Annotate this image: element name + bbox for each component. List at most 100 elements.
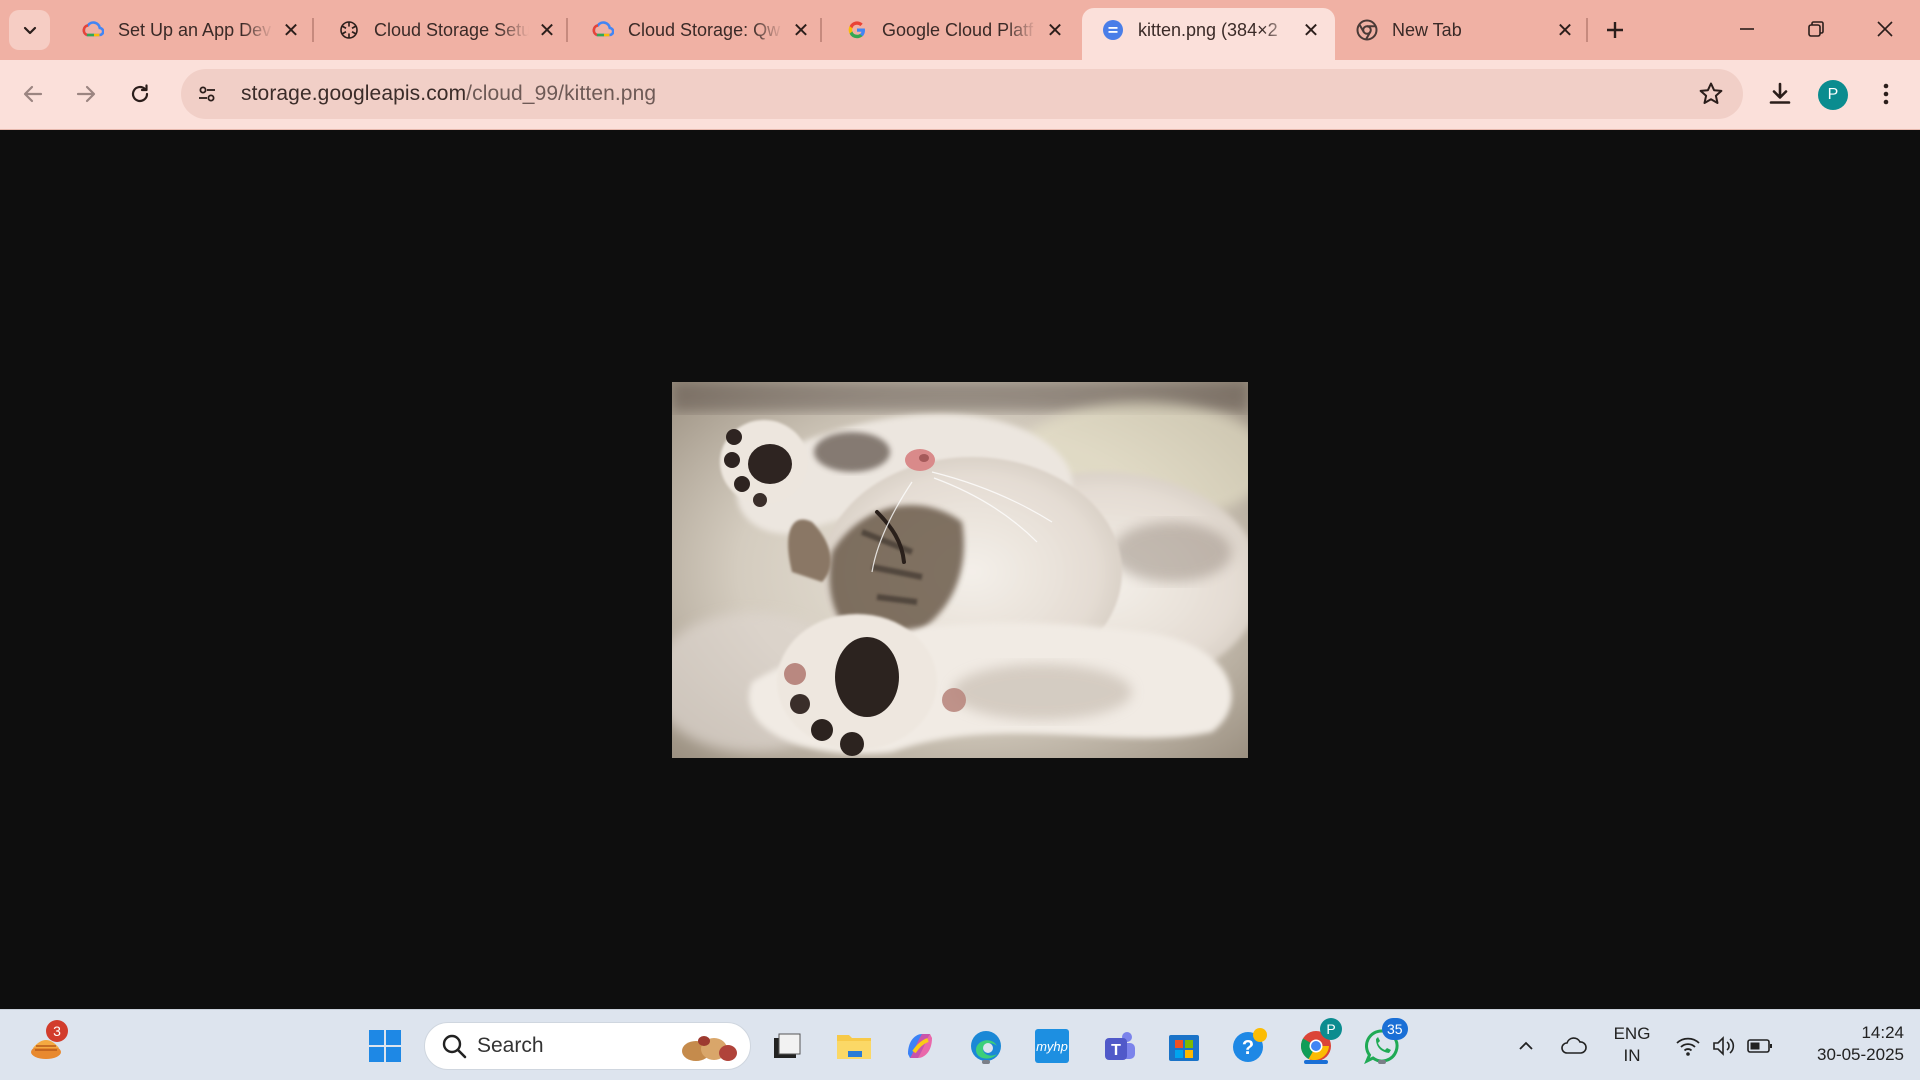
show-hidden-icons-button[interactable] <box>1504 1024 1548 1068</box>
url-path: /cloud_99/kitten.png <box>466 82 657 105</box>
download-icon <box>1769 82 1791 104</box>
image-viewer <box>0 131 1920 1009</box>
close-icon[interactable]: ✕ <box>1299 18 1323 42</box>
reload-button[interactable] <box>120 74 160 114</box>
downloads-button[interactable] <box>1760 74 1800 114</box>
tab-search-button[interactable] <box>9 10 50 50</box>
chevron-up-icon <box>1519 1041 1533 1050</box>
reload-icon <box>131 84 149 103</box>
copilot-button[interactable] <box>898 1024 942 1068</box>
teams-icon: T <box>1105 1032 1135 1060</box>
volume-icon <box>1713 1036 1735 1056</box>
windows-taskbar: 3 Search myhp T ? P 35 ENG IN 14:24 30-0… <box>0 1009 1920 1080</box>
folder-icon <box>837 1035 871 1059</box>
close-icon[interactable]: ✕ <box>789 18 813 42</box>
tab-separator <box>566 18 568 42</box>
address-bar[interactable]: storage.googleapis.com/cloud_99/kitten.p… <box>181 69 1743 119</box>
close-icon[interactable]: ✕ <box>1043 18 1067 42</box>
close-icon[interactable]: ✕ <box>1553 18 1577 42</box>
url-text: storage.googleapis.com/cloud_99/kitten.p… <box>241 82 656 106</box>
tab-google-cloud-platform[interactable]: Google Cloud Platf ✕ <box>826 8 1079 52</box>
tab-new-tab[interactable]: New Tab ✕ <box>1336 8 1589 52</box>
site-info-button[interactable] <box>189 76 225 112</box>
chrome-icon <box>1356 19 1378 41</box>
myhp-icon: myhp <box>1035 1029 1069 1063</box>
tab-cloud-storage-setup[interactable]: Cloud Storage Setu ✕ <box>318 8 571 52</box>
browser-menu-button[interactable] <box>1870 74 1902 114</box>
chevron-down-icon <box>23 26 36 35</box>
unread-badge: 35 <box>1382 1018 1408 1040</box>
wifi-icon <box>1676 1037 1700 1056</box>
svg-text:?: ? <box>1242 1037 1254 1059</box>
battery-icon <box>1747 1039 1772 1053</box>
running-indicator <box>1378 1060 1386 1064</box>
profile-avatar[interactable]: P <box>1818 80 1848 110</box>
active-indicator <box>1304 1060 1328 1064</box>
region-code: IN <box>1623 1046 1641 1065</box>
tab-title: Cloud Storage: Qw <box>628 19 781 40</box>
edge-button[interactable] <box>964 1024 1008 1068</box>
whatsapp-button[interactable]: 35 <box>1360 1018 1408 1068</box>
tab-set-up-app-dev[interactable]: Set Up an App Dev ✕ <box>62 8 315 52</box>
browser-toolbar: storage.googleapis.com/cloud_99/kitten.p… <box>0 60 1920 130</box>
windows-start-icon <box>369 1030 401 1062</box>
svg-text:T: T <box>1111 1042 1121 1059</box>
task-view-button[interactable] <box>765 1024 809 1068</box>
forward-button[interactable] <box>66 74 106 114</box>
search-placeholder: Search <box>477 1034 544 1057</box>
search-icon <box>442 1034 467 1059</box>
tab-separator <box>820 18 822 42</box>
clock[interactable]: 14:24 30-05-2025 <box>1792 1022 1904 1066</box>
minimize-icon <box>1740 28 1754 30</box>
get-help-button[interactable]: ? <box>1228 1024 1272 1068</box>
minimize-button[interactable] <box>1714 6 1780 52</box>
clock-date: 30-05-2025 <box>1817 1045 1904 1064</box>
svg-text:myhp: myhp <box>1036 1039 1068 1054</box>
gcp-icon <box>592 19 614 41</box>
tab-cloud-storage-qwiklabs[interactable]: Cloud Storage: Qw ✕ <box>572 8 825 52</box>
store-button[interactable] <box>1162 1024 1206 1068</box>
language-code: ENG <box>1613 1024 1651 1043</box>
new-tab-button[interactable] <box>1597 12 1633 48</box>
back-button[interactable] <box>13 74 53 114</box>
kitten-image[interactable] <box>672 382 1248 758</box>
tab-title: Set Up an App Dev <box>118 19 272 40</box>
onedrive-button[interactable] <box>1552 1024 1596 1068</box>
copilot-icon <box>908 1034 932 1058</box>
tab-title: New Tab <box>1392 19 1462 40</box>
clock-time: 14:24 <box>1861 1023 1904 1042</box>
arrow-left-icon <box>23 85 43 103</box>
arrow-right-icon <box>76 85 96 103</box>
image-doc-icon <box>1102 19 1124 41</box>
google-icon <box>846 19 868 41</box>
tab-strip: Set Up an App Dev ✕ Cloud Storage Setu ✕… <box>0 0 1920 60</box>
battery-button[interactable] <box>1738 1024 1782 1068</box>
close-window-button[interactable] <box>1852 6 1918 52</box>
tune-icon <box>199 86 215 102</box>
chrome-taskbar-button[interactable]: P <box>1294 1018 1342 1068</box>
help-icon: ? <box>1233 1028 1267 1062</box>
file-explorer-button[interactable] <box>832 1024 876 1068</box>
search-highlight-icon <box>682 1036 737 1061</box>
language-indicator[interactable]: ENG IN <box>1606 1023 1658 1067</box>
taskbar-search[interactable]: Search <box>424 1022 751 1070</box>
tab-separator <box>1586 18 1588 42</box>
tab-kitten-png[interactable]: kitten.png (384×2 ✕ <box>1082 8 1335 60</box>
store-icon <box>1169 1035 1199 1061</box>
gcp-icon <box>82 19 104 41</box>
close-icon[interactable]: ✕ <box>535 18 559 42</box>
edge-icon <box>971 1031 1001 1061</box>
tab-title: Google Cloud Platf <box>882 19 1034 40</box>
tab-separator <box>312 18 314 42</box>
myhp-button[interactable]: myhp <box>1030 1024 1074 1068</box>
start-button[interactable] <box>363 1024 407 1068</box>
close-icon[interactable]: ✕ <box>279 18 303 42</box>
restore-button[interactable] <box>1783 6 1849 52</box>
bookmark-button[interactable] <box>1697 80 1725 108</box>
notification-badge: 3 <box>46 1020 68 1042</box>
teams-button[interactable]: T <box>1096 1024 1140 1068</box>
cloud-icon <box>1561 1037 1587 1054</box>
url-host: storage.googleapis.com <box>241 82 467 105</box>
tab-title: kitten.png (384×2 <box>1138 19 1278 40</box>
widgets-button[interactable]: 3 <box>24 1020 68 1068</box>
